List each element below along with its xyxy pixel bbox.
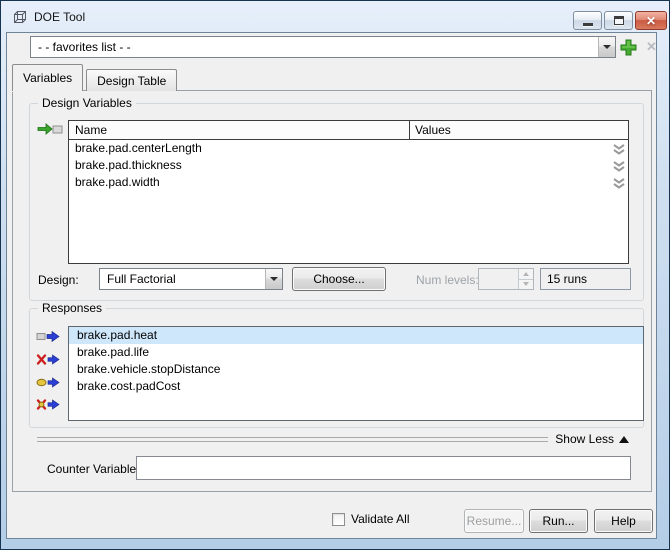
responses-group-label: Responses — [38, 301, 106, 315]
validate-all-checkbox[interactable] — [332, 513, 345, 526]
variables-tab-page: Design Variables Name Values brake.pad.c… — [12, 90, 652, 492]
resume-button[interactable]: Resume... — [464, 509, 524, 533]
response-name: brake.pad.heat — [77, 328, 157, 342]
table-row[interactable]: brake.pad.centerLength — [69, 140, 628, 157]
add-variable-button[interactable] — [37, 122, 63, 136]
map-parameter-button[interactable] — [36, 376, 62, 389]
design-method-combobox[interactable]: Full Factorial — [99, 268, 283, 290]
expand-values-icon[interactable] — [613, 177, 625, 188]
window-frame: DOE Tool ✕ - - favorites list - - ✕ Vari… — [0, 0, 670, 550]
responses-list: brake.pad.heat brake.pad.life brake.vehi… — [68, 326, 644, 421]
minimize-icon — [583, 23, 593, 26]
expand-values-icon[interactable] — [613, 160, 625, 171]
help-button[interactable]: Help — [594, 509, 653, 533]
list-item[interactable]: brake.pad.life — [69, 344, 643, 361]
arrow-into-box-icon — [37, 122, 63, 136]
pill-arrow-icon — [36, 376, 62, 389]
num-levels-value — [479, 269, 518, 289]
separator — [37, 437, 548, 442]
remove-parameter-button[interactable] — [36, 398, 62, 411]
table-row[interactable]: brake.pad.thickness — [69, 157, 628, 174]
counter-variable-input[interactable] — [136, 456, 631, 480]
variable-name: brake.pad.width — [75, 175, 160, 189]
tab-label: Variables — [23, 71, 72, 85]
box-arrow-icon — [36, 330, 62, 343]
remove-output-button[interactable] — [36, 353, 62, 366]
expand-values-icon[interactable] — [613, 143, 625, 154]
tab-variables[interactable]: Variables — [12, 64, 83, 91]
gray-x-icon: ✕ — [646, 39, 657, 55]
minimize-button[interactable] — [573, 11, 602, 30]
show-less-label: Show Less — [555, 432, 614, 446]
spin-up-button[interactable] — [519, 269, 533, 280]
green-plus-icon — [619, 38, 638, 57]
variable-name: brake.pad.thickness — [75, 158, 182, 172]
chevron-down-icon — [523, 282, 529, 286]
close-button[interactable]: ✕ — [635, 11, 667, 30]
design-variables-group-label: Design Variables — [38, 96, 136, 110]
chevron-down-icon — [603, 45, 611, 49]
close-icon: ✕ — [646, 14, 656, 28]
num-levels-label: Num levels: — [416, 273, 479, 287]
choose-button-label: Choose... — [313, 272, 364, 286]
add-favorite-button[interactable] — [618, 37, 639, 58]
responses-group: Responses — [29, 308, 644, 428]
list-item[interactable]: brake.pad.heat — [69, 327, 643, 344]
tab-label: Design Table — [97, 74, 166, 88]
list-item[interactable]: brake.vehicle.stopDistance — [69, 361, 643, 378]
response-name: brake.cost.padCost — [77, 379, 180, 393]
design-label: Design: — [38, 273, 79, 287]
column-header-name: Name — [69, 121, 410, 139]
favorites-dropdown-button[interactable] — [598, 37, 615, 57]
run-button-label: Run... — [542, 514, 574, 528]
runs-count-field: 15 runs — [540, 268, 631, 290]
x-arrow-icon — [36, 353, 62, 366]
x-ball-arrow-icon — [36, 398, 62, 411]
show-less-row: Show Less — [37, 432, 629, 446]
response-name: brake.pad.life — [77, 345, 149, 359]
validate-all-label: Validate All — [351, 512, 409, 526]
num-levels-spinner[interactable] — [478, 268, 534, 290]
collapse-triangle-icon — [619, 436, 629, 443]
design-method-value: Full Factorial — [100, 272, 265, 286]
list-item[interactable]: brake.cost.padCost — [69, 378, 643, 395]
resume-button-label: Resume... — [467, 514, 522, 528]
remove-favorite-button[interactable]: ✕ — [643, 38, 660, 56]
cube-app-icon — [12, 9, 28, 25]
spinner-buttons — [518, 269, 533, 289]
design-variables-group: Design Variables Name Values brake.pad.c… — [29, 103, 644, 301]
table-header: Name Values — [69, 121, 628, 140]
design-variables-table: Name Values brake.pad.centerLength brake… — [68, 120, 629, 264]
window-title: DOE Tool — [34, 2, 85, 32]
column-header-values: Values — [410, 121, 628, 139]
dialog-client-area: - - favorites list - - ✕ Variables Desig… — [6, 32, 657, 539]
variable-name: brake.pad.centerLength — [75, 141, 202, 155]
favorites-selected-value: - - favorites list - - — [31, 40, 598, 54]
response-name: brake.vehicle.stopDistance — [77, 362, 220, 376]
tab-strip: Variables Design Table — [12, 64, 177, 91]
choose-button[interactable]: Choose... — [292, 267, 386, 291]
chevron-up-icon — [523, 272, 529, 276]
spin-down-button[interactable] — [519, 280, 533, 290]
map-output-button[interactable] — [36, 330, 62, 343]
design-method-dropdown-button[interactable] — [265, 269, 282, 289]
table-row[interactable]: brake.pad.width — [69, 174, 628, 191]
help-button-label: Help — [611, 514, 636, 528]
maximize-icon — [614, 16, 624, 25]
counter-variable-label: Counter Variable: — [47, 462, 140, 476]
tab-design-table[interactable]: Design Table — [86, 69, 177, 91]
chevron-down-icon — [270, 277, 278, 281]
favorites-combobox[interactable]: - - favorites list - - — [30, 36, 616, 58]
show-less-toggle[interactable]: Show Less — [555, 432, 629, 446]
run-button[interactable]: Run... — [529, 509, 588, 533]
maximize-button[interactable] — [604, 11, 633, 30]
title-bar[interactable]: DOE Tool ✕ — [2, 2, 668, 32]
